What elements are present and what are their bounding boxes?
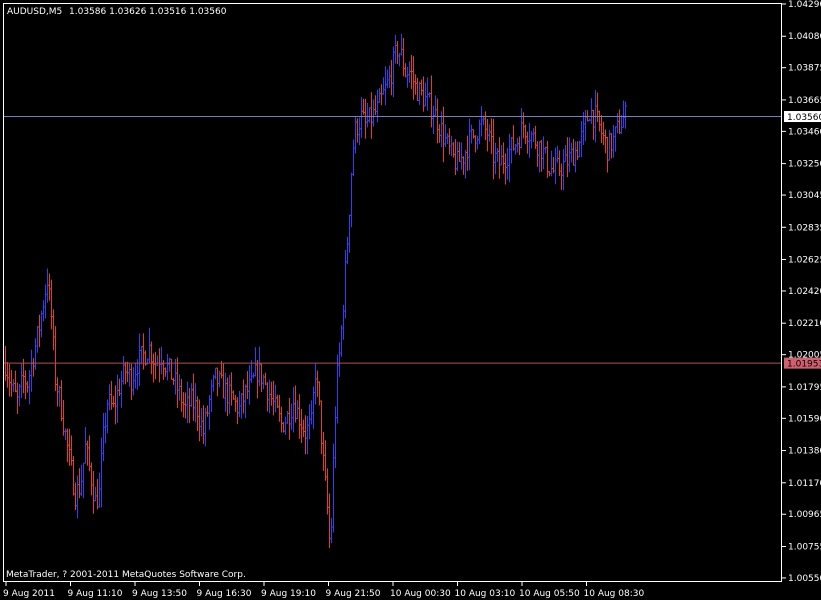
y-tick-label: 1.02420 — [788, 287, 821, 297]
copyright-text: MetaTrader, ? 2001-2011 MetaQuotes Softw… — [6, 570, 246, 580]
y-tick-label: 1.04290 — [788, 0, 821, 10]
y-tick-label: 1.03045 — [788, 191, 821, 201]
y-tick-label: 1.00755 — [788, 542, 821, 552]
chart-background — [0, 0, 821, 600]
y-tick-label: 1.04080 — [788, 32, 821, 42]
y-tick-label: 1.03665 — [788, 96, 821, 106]
y-tick-label: 1.01380 — [788, 447, 821, 457]
x-tick-label: 10 Aug 03:10 — [455, 589, 516, 599]
y-tick-label: 1.03250 — [788, 160, 821, 170]
x-tick-label: 10 Aug 05:50 — [519, 589, 580, 599]
y-tick-label: 1.01590 — [788, 414, 821, 424]
x-tick-label: 9 Aug 13:50 — [132, 589, 187, 599]
y-tick-label: 1.01795 — [788, 383, 821, 393]
y-tick-label: 1.01170 — [788, 479, 821, 489]
price-chart: 1.04290 1.04080 1.03875 1.03665 1.03460 1.032… — [0, 0, 821, 600]
y-tick-label: 1.00965 — [788, 510, 821, 520]
y-tick-label: 1.00550 — [788, 574, 821, 584]
ohlc-readout: 1.03586 1.03626 1.03516 1.03560 — [69, 7, 227, 17]
x-tick-label: 9 Aug 11:10 — [68, 589, 123, 599]
x-tick-label: 9 Aug 21:50 — [326, 589, 381, 599]
x-tick-label: 9 Aug 2011 — [3, 589, 55, 599]
x-tick-label: 10 Aug 00:30 — [390, 589, 451, 599]
level-label: 1.01953 — [787, 360, 821, 370]
current-price-label: 1.03560 — [787, 113, 821, 123]
y-tick-label: 1.02210 — [788, 319, 821, 329]
y-tick-label: 1.03875 — [788, 64, 821, 74]
chart-title: AUDUSD,M5 — [7, 7, 62, 17]
x-tick-label: 9 Aug 19:10 — [261, 589, 316, 599]
x-tick-label: 9 Aug 16:30 — [197, 589, 252, 599]
y-tick-label: 1.02835 — [788, 223, 821, 233]
y-tick-label: 1.03460 — [788, 127, 821, 137]
x-tick-label: 10 Aug 08:30 — [584, 589, 645, 599]
y-tick-label: 1.02625 — [788, 256, 821, 266]
